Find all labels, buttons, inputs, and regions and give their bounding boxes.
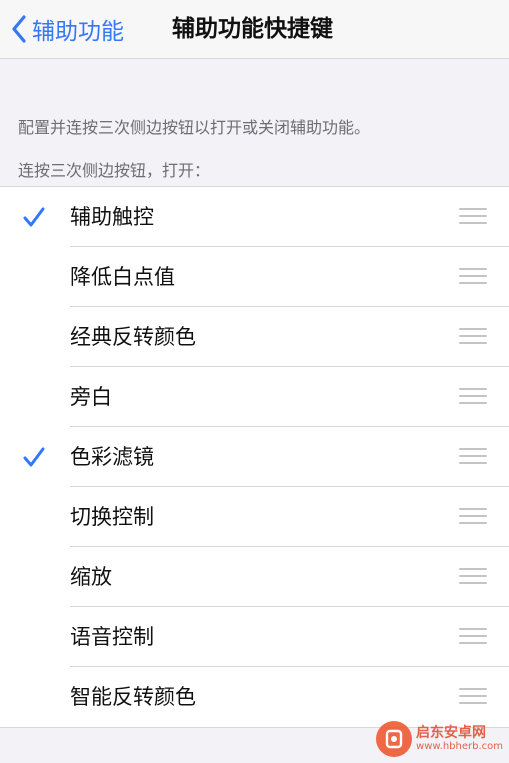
reorder-handle-icon[interactable]: [459, 568, 487, 586]
back-button[interactable]: 辅助功能: [8, 12, 124, 46]
reorder-handle-icon[interactable]: [459, 208, 487, 226]
list-item-label: 智能反转颜色: [70, 685, 196, 709]
list-item-label: 色彩滤镜: [70, 445, 154, 469]
list-item[interactable]: 辅助触控: [0, 187, 509, 247]
list-item[interactable]: 智能反转颜色: [0, 667, 509, 727]
reorder-handle-icon[interactable]: [459, 628, 487, 646]
navigation-bar: 辅助功能 辅助功能快捷键: [0, 0, 509, 59]
list-item[interactable]: 旁白: [0, 367, 509, 427]
reorder-handle-icon[interactable]: [459, 268, 487, 286]
list-item-label: 降低白点值: [70, 265, 175, 289]
reorder-handle-icon[interactable]: [459, 448, 487, 466]
description-text: 配置并连按三次侧边按钮以打开或关闭辅助功能。: [18, 118, 371, 137]
watermark: 启东安卓网 www.hbherb.com: [376, 721, 503, 757]
reorder-handle-icon[interactable]: [459, 508, 487, 526]
list-item[interactable]: 色彩滤镜: [0, 427, 509, 487]
list-item[interactable]: 经典反转颜色: [0, 307, 509, 367]
watermark-title: 启东安卓网: [416, 725, 487, 741]
reorder-handle-icon[interactable]: [459, 388, 487, 406]
page-title: 辅助功能快捷键: [172, 16, 333, 42]
list-item-label: 缩放: [70, 565, 112, 589]
section-header: 连按三次侧边按钮，打开：: [18, 161, 211, 180]
back-label: 辅助功能: [32, 19, 124, 45]
list-item-label: 切换控制: [70, 505, 154, 529]
shortcut-list: 辅助触控降低白点值经典反转颜色 旁白色彩滤镜切换控制缩放语音控制智能反转颜色: [0, 186, 509, 728]
list-item-label: 辅助触控: [70, 205, 154, 229]
watermark-url: www.hbherb.com: [416, 741, 503, 752]
reorder-handle-icon[interactable]: [459, 688, 487, 706]
list-item[interactable]: 缩放: [0, 547, 509, 607]
list-item[interactable]: 降低白点值: [0, 247, 509, 307]
list-item-label: 语音控制: [70, 625, 154, 649]
checkmark-icon: [22, 445, 46, 469]
screen: 辅助功能 辅助功能快捷键 配置并连按三次侧边按钮以打开或关闭辅助功能。 连按三次…: [0, 0, 509, 763]
chevron-left-icon: [8, 12, 30, 46]
list-item[interactable]: 切换控制: [0, 487, 509, 547]
checkmark-icon: [22, 205, 46, 229]
list-item-label: 经典反转颜色: [70, 325, 196, 349]
list-item[interactable]: 语音控制: [0, 607, 509, 667]
watermark-logo-icon: [376, 721, 413, 757]
list-item-label: 旁白: [70, 385, 112, 409]
reorder-handle-icon[interactable]: [459, 328, 487, 346]
